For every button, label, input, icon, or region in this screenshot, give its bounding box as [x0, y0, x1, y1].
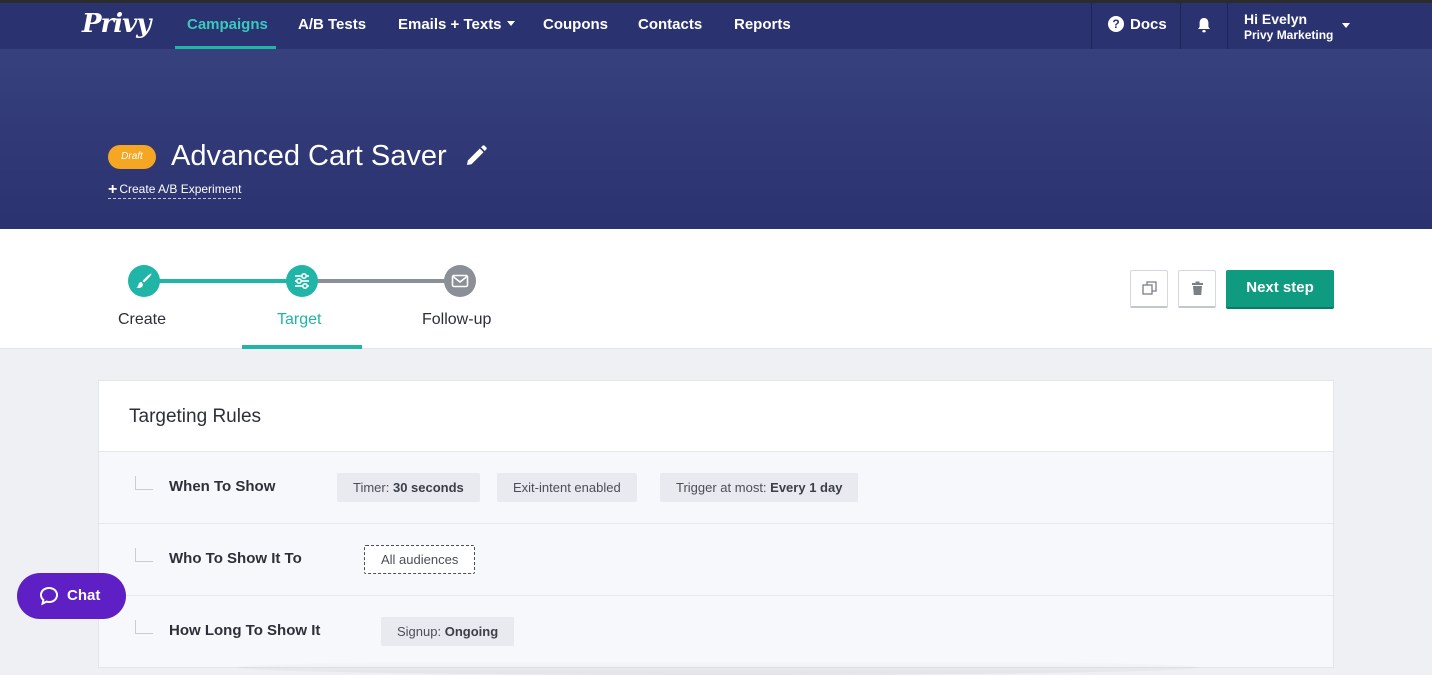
step-target[interactable] [286, 265, 318, 297]
targeting-rules-card: Targeting Rules When To Show Timer: 30 s… [98, 380, 1334, 668]
nav-emails-texts[interactable]: Emails + Texts [398, 3, 515, 49]
tree-connector [135, 620, 153, 634]
rule-row-how-long[interactable]: How Long To Show It Signup: Ongoing [99, 595, 1333, 667]
sliders-icon [295, 272, 309, 290]
bell-icon[interactable] [1197, 17, 1211, 33]
chip-value: 30 seconds [392, 480, 464, 495]
rule-label: Who To Show It To [169, 550, 302, 567]
signup-chip[interactable]: Signup: Ongoing [381, 617, 515, 646]
chat-bubble-icon [39, 586, 59, 606]
chat-button[interactable]: Chat [17, 573, 126, 619]
docs-label: Docs [1130, 16, 1167, 33]
step-connector [310, 279, 452, 283]
step-label-follow-up[interactable]: Follow-up [422, 310, 491, 330]
create-ab-label: Create A/B Experiment [119, 182, 242, 196]
user-greeting: Hi Evelyn [1244, 11, 1308, 27]
nav-contacts[interactable]: Contacts [638, 3, 702, 49]
exit-intent-chip[interactable]: Exit-intent enabled [497, 473, 637, 502]
next-step-button[interactable]: Next step [1226, 270, 1334, 309]
privy-logo[interactable]: Privy [82, 9, 151, 39]
nav-divider [1091, 3, 1092, 49]
chevron-down-icon [506, 20, 515, 26]
plus-icon: + [108, 181, 118, 198]
brush-icon [136, 273, 152, 288]
tree-connector [135, 476, 153, 490]
step-create[interactable] [128, 265, 160, 297]
step-connector [150, 279, 292, 283]
trash-icon [1192, 281, 1203, 295]
campaign-title: Advanced Cart Saver [171, 140, 447, 172]
step-progress: Create Target Follow-up Next step [0, 229, 1432, 349]
trigger-frequency-chip[interactable]: Trigger at most: Every 1 day [660, 473, 859, 502]
step-label-target[interactable]: Target [277, 310, 321, 330]
chip-prefix: Signup: [397, 624, 445, 639]
card-title: Targeting Rules [129, 406, 262, 427]
chip-prefix: Exit-intent enabled [513, 480, 621, 495]
tree-connector [135, 548, 153, 562]
rule-row-when-to-show[interactable]: When To Show Timer: 30 seconds Exit-inte… [99, 451, 1333, 523]
chevron-down-icon[interactable] [1342, 23, 1350, 28]
timer-chip[interactable]: Timer: 30 seconds [337, 473, 480, 502]
chip-prefix: All audiences [381, 552, 459, 567]
docs-link[interactable]: ? Docs [1108, 3, 1167, 49]
chip-value: Ongoing [444, 624, 499, 639]
duplicate-button[interactable] [1130, 270, 1168, 308]
envelope-icon [451, 274, 469, 288]
status-badge: Draft [108, 145, 156, 169]
chip-value: Every 1 day [770, 480, 843, 495]
rule-row-who-to-show[interactable]: Who To Show It To All audiences [99, 523, 1333, 595]
user-menu[interactable]: Hi Evelyn Privy Marketing [1244, 11, 1333, 43]
step-follow-up[interactable] [444, 265, 476, 297]
nav-campaigns[interactable]: Campaigns [187, 3, 268, 49]
nav-coupons[interactable]: Coupons [543, 3, 608, 49]
user-org: Privy Marketing [1244, 28, 1334, 42]
nav-emails-texts-label: Emails + Texts [398, 16, 502, 33]
audience-chip[interactable]: All audiences [364, 545, 476, 574]
help-icon: ? [1108, 16, 1124, 33]
create-ab-experiment-link[interactable]: + Create A/B Experiment [108, 181, 242, 199]
rule-label: When To Show [169, 478, 276, 495]
chip-prefix: Trigger at most: [676, 480, 771, 495]
card-shadow [238, 660, 1198, 675]
chip-prefix: Timer: [353, 480, 393, 495]
nav-ab-tests[interactable]: A/B Tests [298, 3, 366, 49]
copy-icon [1142, 281, 1157, 295]
step-label-create[interactable]: Create [118, 310, 166, 330]
rule-label: How Long To Show It [169, 622, 321, 639]
chat-label: Chat [67, 587, 101, 604]
nav-divider [1227, 3, 1228, 49]
delete-button[interactable] [1178, 270, 1216, 308]
pencil-icon[interactable] [464, 144, 488, 168]
step-active-indicator [242, 345, 362, 349]
top-nav: Privy Campaigns A/B Tests Emails + Texts… [0, 0, 1432, 49]
nav-reports[interactable]: Reports [734, 3, 791, 49]
nav-divider [1180, 3, 1181, 49]
campaign-header: Draft Advanced Cart Saver + Create A/B Ex… [0, 49, 1432, 229]
